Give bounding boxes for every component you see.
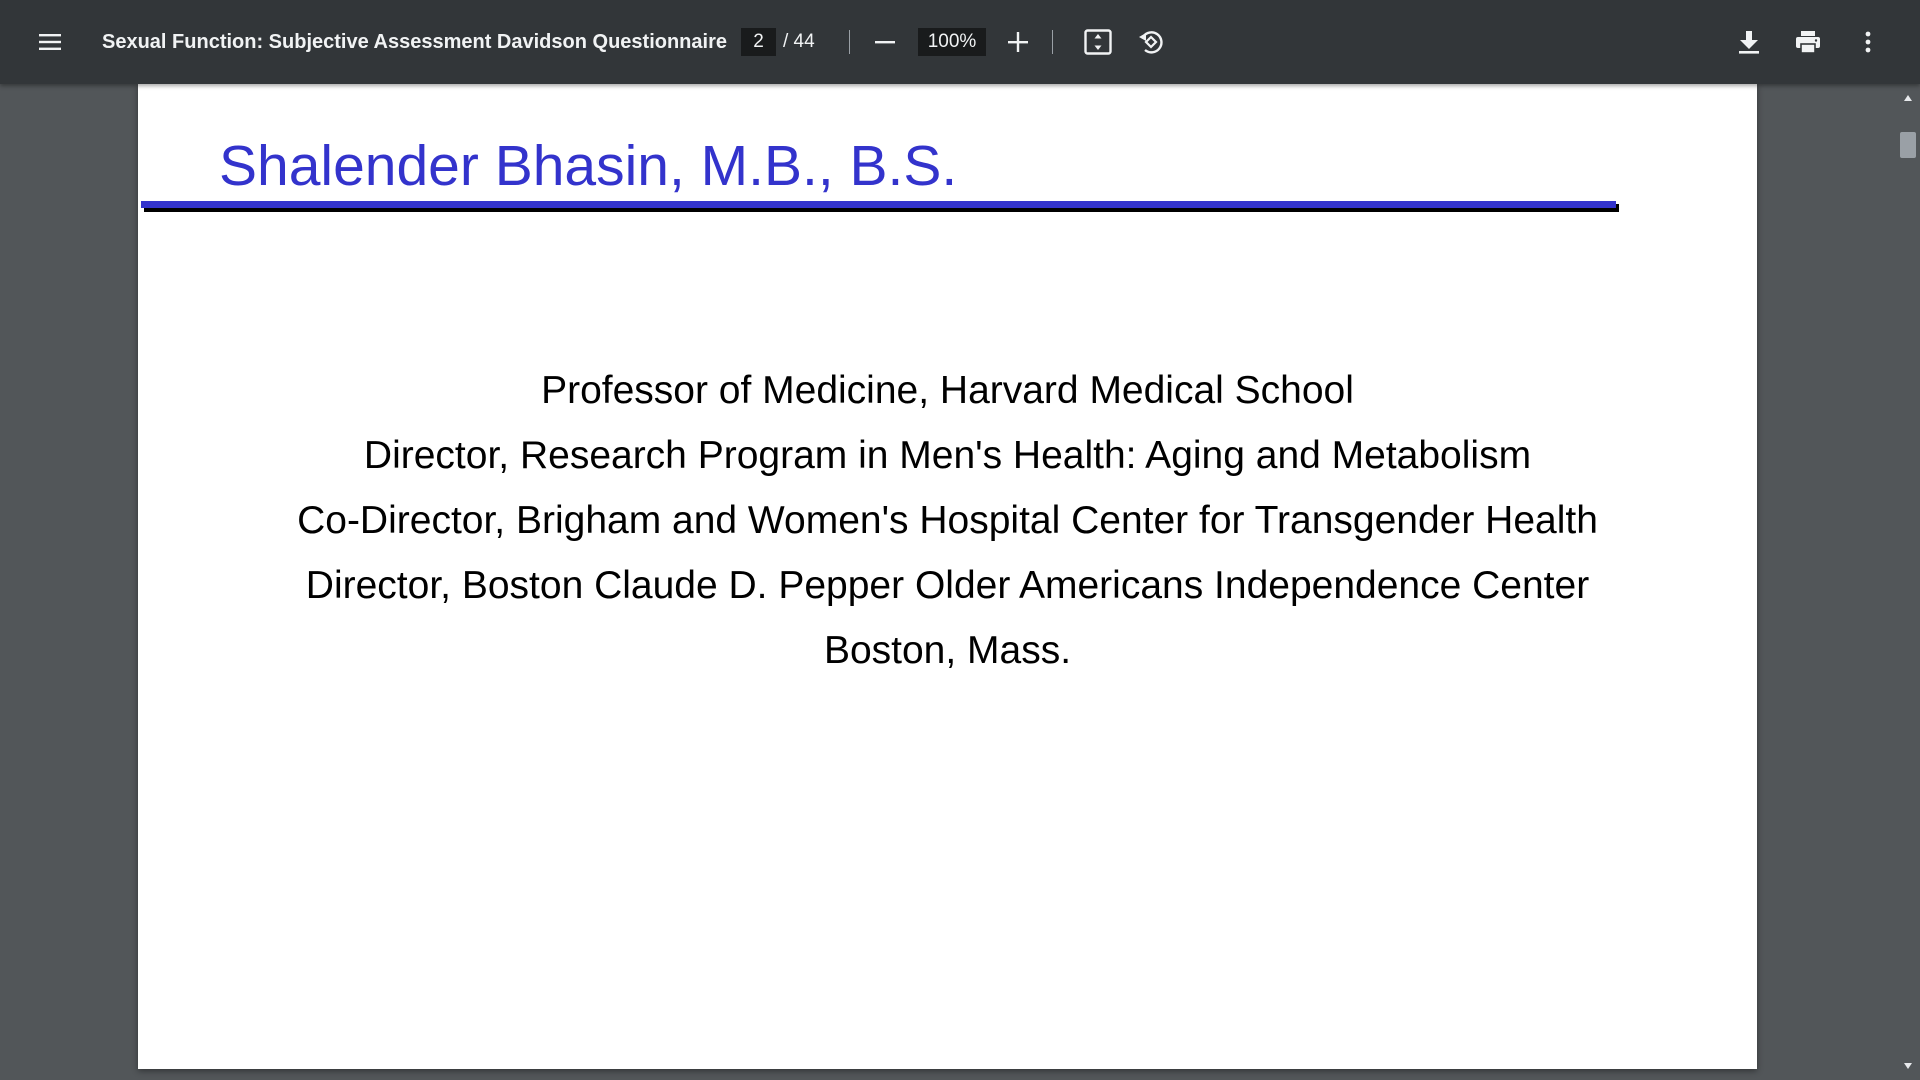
page-number-input[interactable] (741, 28, 776, 56)
arrow-down-icon (1904, 1063, 1912, 1069)
pdf-viewer[interactable]: Shalender Bhasin, M.B., B.S. Professor o… (0, 84, 1920, 1080)
more-options-button[interactable] (1848, 22, 1888, 62)
download-button[interactable] (1729, 22, 1769, 62)
affiliation-line: Director, Research Program in Men's Heal… (363, 434, 1532, 477)
affiliation-line: Boston, Mass. (823, 629, 1072, 672)
affiliation-line: Co-Director, Brigham and Women's Hospita… (297, 499, 1598, 542)
plus-icon (1008, 32, 1028, 52)
rotate-button[interactable] (1131, 22, 1171, 62)
print-button[interactable] (1788, 22, 1828, 62)
zoom-level-input[interactable] (918, 28, 986, 56)
zoom-in-button[interactable] (998, 22, 1038, 62)
arrow-up-icon (1904, 95, 1912, 101)
pdf-toolbar: Sexual Function: Subjective Assessment D… (0, 0, 1920, 84)
fit-to-page-button[interactable] (1078, 22, 1118, 62)
affiliation-line: Director, Boston Claude D. Pepper Older … (305, 564, 1590, 607)
more-vert-icon (1865, 31, 1871, 53)
zoom-out-button[interactable] (865, 22, 905, 62)
vertical-scrollbar[interactable] (1896, 84, 1920, 1080)
document-title: Sexual Function: Subjective Assessment D… (102, 31, 727, 53)
fit-to-page-icon (1084, 29, 1112, 55)
page-total: / 44 (783, 31, 815, 52)
print-icon (1796, 31, 1820, 54)
toolbar-divider (1052, 30, 1053, 54)
scroll-down-button[interactable] (1902, 1060, 1914, 1072)
scroll-up-button[interactable] (1902, 92, 1914, 104)
toolbar-divider (849, 30, 850, 54)
slide-title: Shalender Bhasin, M.B., B.S. (219, 134, 958, 198)
pdf-page: Shalender Bhasin, M.B., B.S. Professor o… (138, 84, 1757, 1069)
download-icon (1739, 31, 1759, 54)
minus-icon (875, 41, 895, 44)
title-underline (141, 201, 1616, 208)
affiliation-line: Professor of Medicine, Harvard Medical S… (541, 369, 1354, 412)
menu-button[interactable] (30, 22, 70, 62)
rotate-icon (1139, 31, 1163, 54)
menu-icon (39, 34, 61, 50)
scrollbar-thumb[interactable] (1900, 132, 1916, 158)
